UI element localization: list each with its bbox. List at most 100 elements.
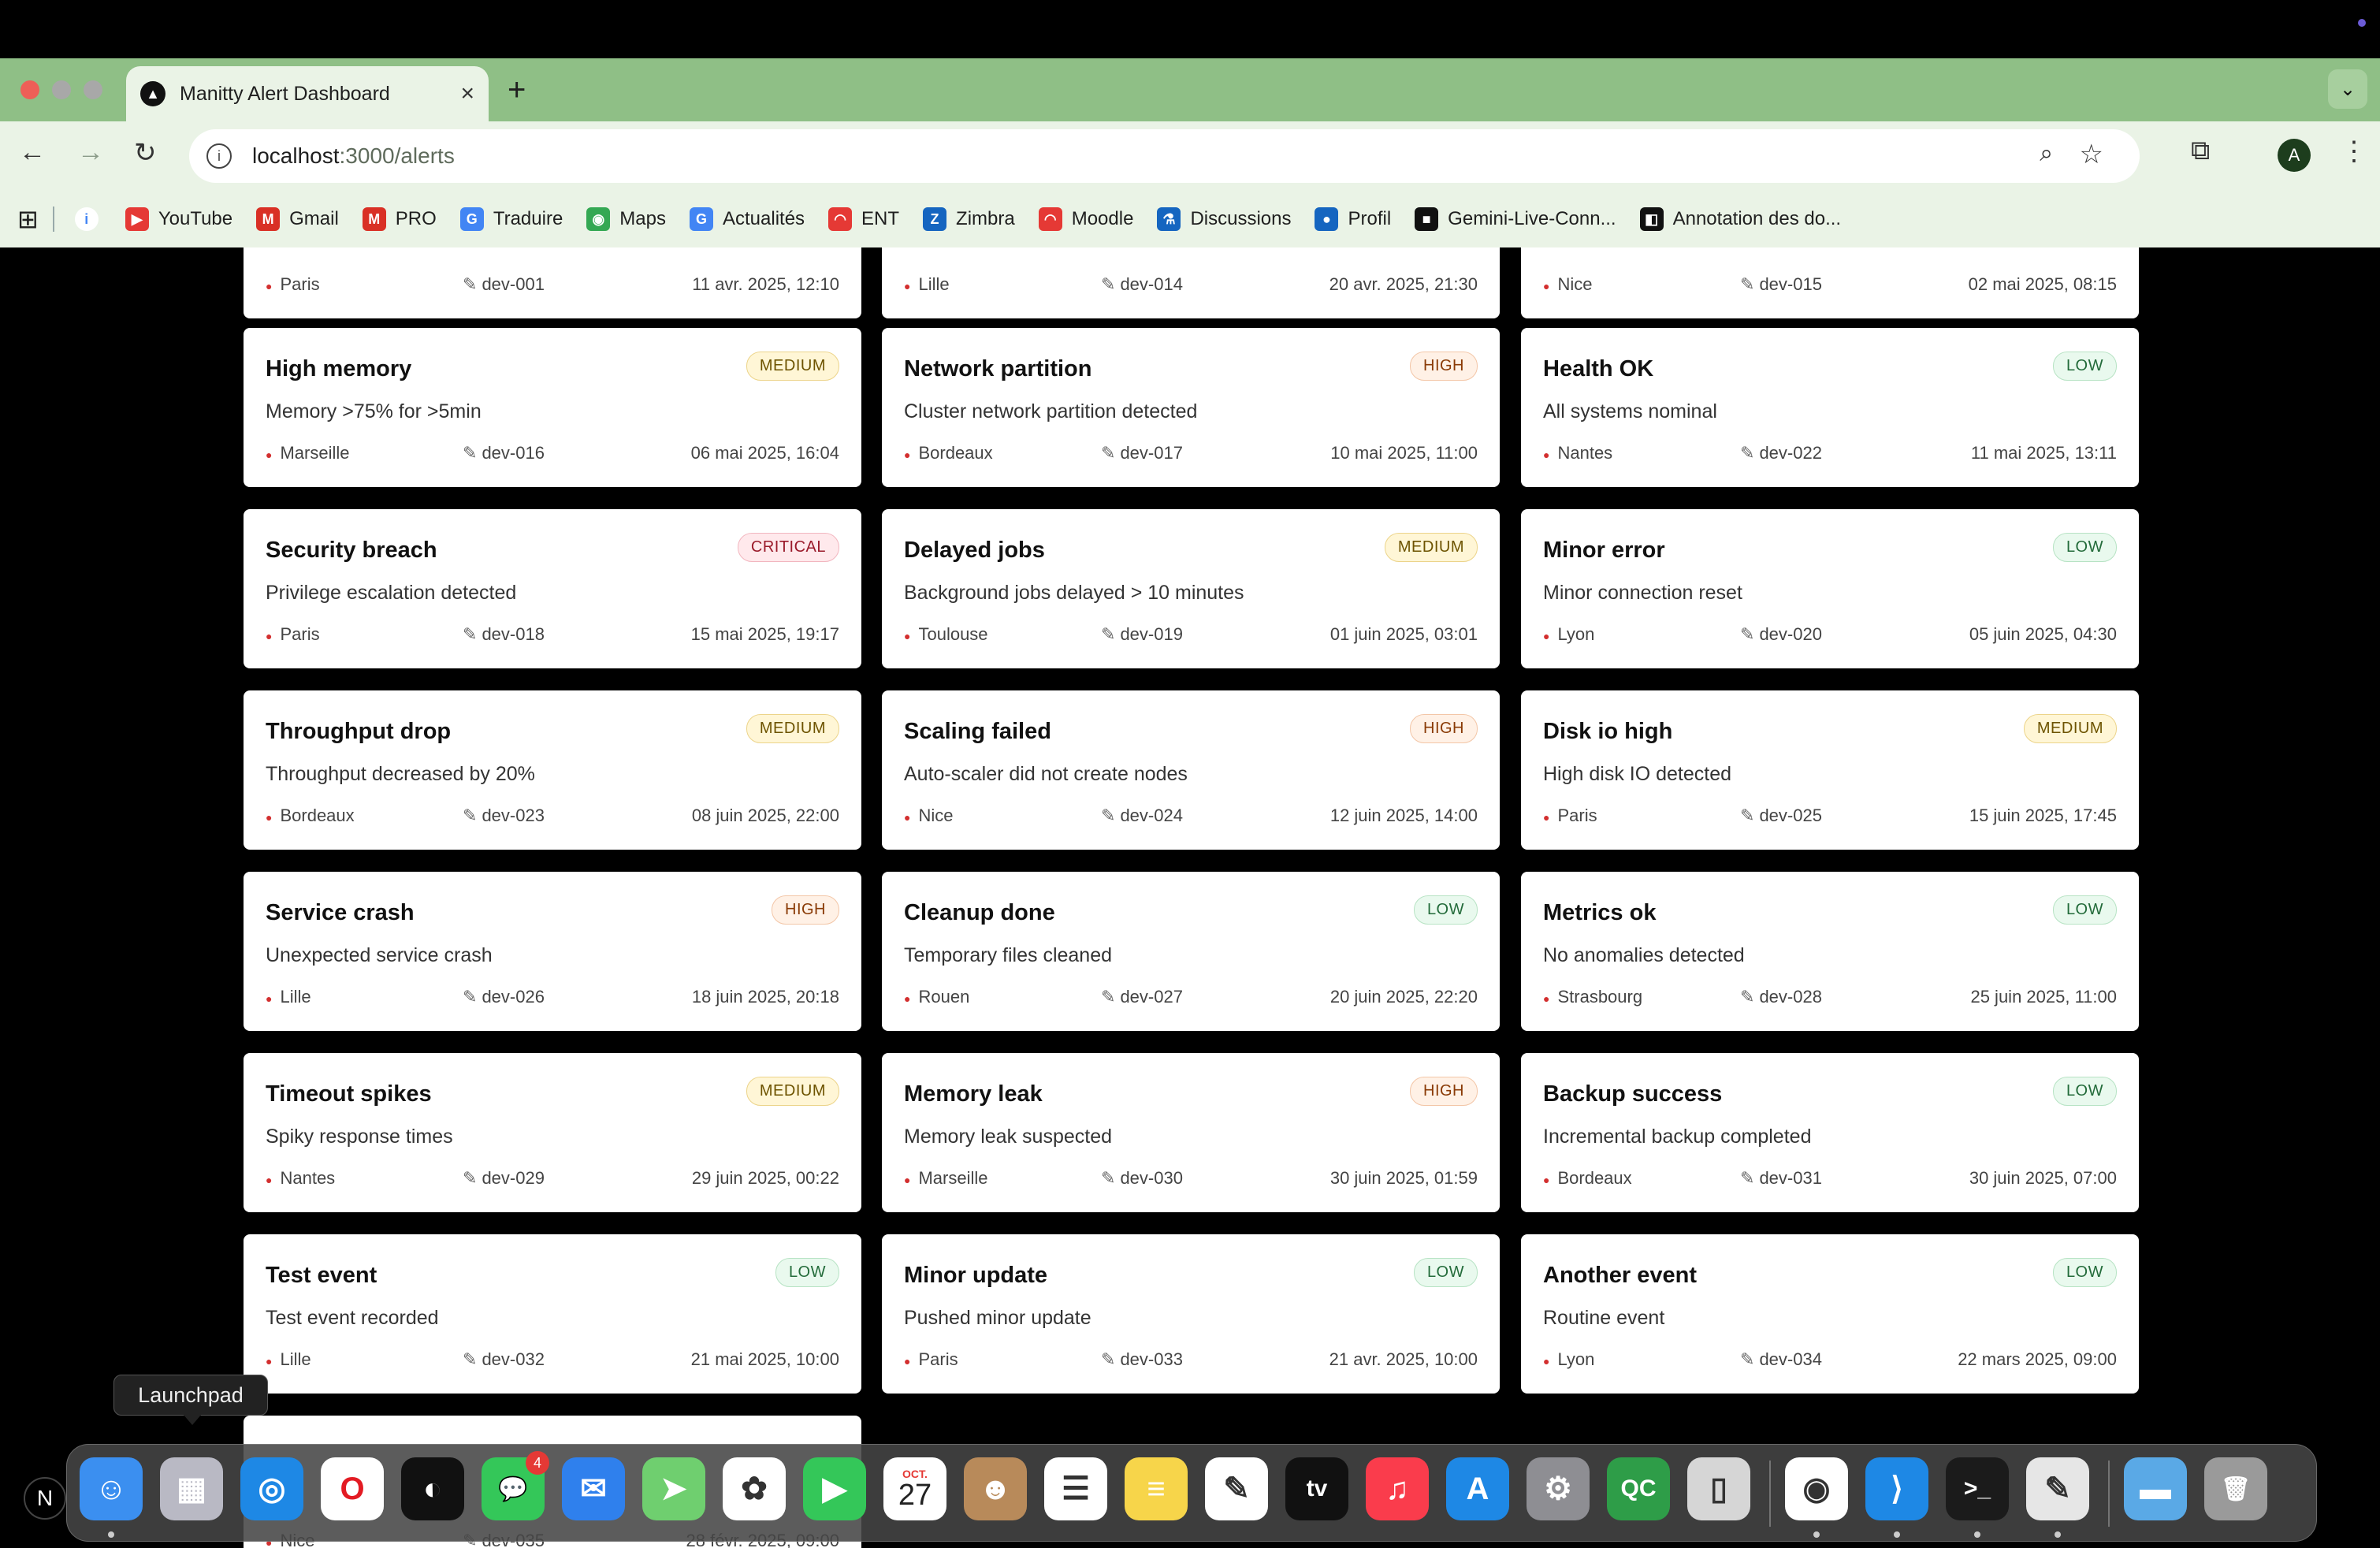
bookmark-item[interactable]: ● Profil [1315,207,1391,231]
iphone-mirroring-icon[interactable]: ▯ [1687,1457,1750,1520]
mail-icon[interactable]: ✉ [562,1457,625,1520]
app-wave-icon[interactable]: ◐ [401,1457,464,1520]
info-bookmark-icon[interactable]: i [74,207,108,231]
wrench-icon: ✎ [1101,987,1116,1007]
alert-card[interactable]: Metrics ok LOW No anomalies detected ● Stras… [1521,872,2139,1031]
location-text: Nantes [280,1168,336,1188]
alert-card[interactable]: Throughput drop MEDIUM Throughput decrease… [244,690,861,850]
location-text: Bordeaux [918,443,993,463]
downloads-folder-icon[interactable]: ▬ [2124,1457,2187,1520]
alert-card[interactable]: Delayed jobs MEDIUM Background jobs delaye… [882,509,1500,668]
alert-card[interactable]: ● Lille ✎ dev-014 20 avr. 2025, 21:30 [882,247,1500,318]
launchpad-icon[interactable]: ▦ [160,1457,223,1520]
bookmark-item[interactable]: M Gmail [256,207,339,231]
photos-icon[interactable]: ✿ [723,1457,786,1520]
qc-app-icon[interactable]: QC [1607,1457,1670,1520]
bookmark-item[interactable]: ◧ Annotation des do... [1639,207,1841,231]
device-text: dev-030 [1120,1168,1183,1188]
opera-icon[interactable]: O [321,1457,384,1520]
alert-card[interactable]: Memory leak HIGH Memory leak suspected ● Mar… [882,1053,1500,1212]
tab-active[interactable]: ▲ Manitty Alert Dashboard × [126,66,489,121]
alert-card[interactable]: Test event LOW Test event recorded ● Lille ✎ d… [244,1234,861,1394]
alert-card[interactable]: Disk io high MEDIUM High disk IO detected ●… [1521,690,2139,850]
location-text: Paris [280,274,320,294]
pin-icon: ● [1543,992,1550,1005]
close-window-button[interactable] [20,80,39,99]
terminal-icon[interactable]: >_ [1946,1457,2009,1520]
forward-icon[interactable]: → [77,137,104,168]
bookmark-item[interactable]: G Traduire [459,207,563,231]
alert-description: Routine event [1543,1307,1665,1329]
card-meta: ● Strasbourg ✎ dev-028 25 juin 2025, 11:00 [1543,987,2117,1007]
safari-icon[interactable]: ◎ [240,1457,303,1520]
alert-card[interactable]: Cleanup done LOW Temporary files cleaned ● R… [882,872,1500,1031]
bookmark-item[interactable]: ◠ ENT [828,207,899,231]
notes-icon[interactable]: ≡ [1125,1457,1188,1520]
severity-badge: MEDIUM [1384,533,1478,562]
site-info-icon[interactable]: i [206,143,232,169]
tab-strip: ▲ Manitty Alert Dashboard × + ⌄ [0,58,2380,121]
bookmarks-divider [52,207,54,232]
alert-card[interactable]: Minor error LOW Minor connection reset ● Lyo… [1521,509,2139,668]
alert-card[interactable]: Service crash HIGH Unexpected service cras… [244,872,861,1031]
new-tab-icon[interactable]: + [508,73,526,108]
apple-tv-icon[interactable]: tv [1285,1457,1348,1520]
alert-card[interactable]: Another event LOW Routine event ● Lyon ✎ dev-0… [1521,1234,2139,1394]
apps-grid-icon[interactable]: ⊞ [17,204,39,234]
system-settings-icon[interactable]: ⚙ [1527,1457,1590,1520]
bookmark-item[interactable]: M PRO [362,207,437,231]
app-store-icon[interactable]: A [1446,1457,1509,1520]
vscode-icon[interactable]: ⟩ [1865,1457,1928,1520]
script-editor-icon[interactable]: ✎ [2026,1457,2089,1520]
alert-card[interactable]: ● Paris ✎ dev-001 11 avr. 2025, 12:10 [244,247,861,318]
facetime-icon[interactable]: ▶ [803,1457,866,1520]
zoom-window-button[interactable] [84,80,102,99]
close-tab-icon[interactable]: × [460,80,474,107]
contacts-icon[interactable]: ☻ [964,1457,1027,1520]
severity-badge: LOW [775,1258,839,1287]
alert-card[interactable]: ● Nice ✎ dev-015 02 mai 2025, 08:15 [1521,247,2139,318]
alert-card[interactable]: Scaling failed HIGH Auto-scaler did not cr… [882,690,1500,850]
bookmark-star-icon[interactable]: ☆ [2080,139,2103,170]
severity-badge: HIGH [1410,352,1478,381]
bookmark-item[interactable]: ◠ Moodle [1038,207,1133,231]
maps-app-icon[interactable]: ➤ [642,1457,705,1520]
reload-icon[interactable]: ↻ [134,137,157,169]
trash-icon[interactable]: 🗑 [2204,1457,2267,1520]
alert-card[interactable]: Health OK LOW All systems nominal ● Nantes ✎ d… [1521,328,2139,487]
severity-badge: LOW [2052,895,2117,925]
calendar-icon[interactable]: OCT. 27 [883,1457,946,1520]
messages-icon[interactable]: 💬 4 [482,1451,549,1520]
device: ✎ dev-016 [463,443,691,463]
bookmark-label: Gemini-Live-Conn... [1448,208,1616,229]
gmail-icon: M [362,207,386,231]
freeform-icon[interactable]: ✎ [1205,1457,1268,1520]
bookmark-item[interactable]: ■ Gemini-Live-Conn... [1415,207,1616,231]
finder-icon[interactable]: ☺ [80,1457,143,1520]
menu-kebab-icon[interactable]: ⋮ [2341,136,2367,167]
bookmark-item[interactable]: ▶ YouTube [125,207,232,231]
zoom-icon[interactable]: ⌕ [2040,140,2053,167]
bookmark-item[interactable]: ⚗ Discussions [1157,207,1291,231]
alert-card[interactable]: Security breach CRITICAL Privilege escalat… [244,509,861,668]
chrome-icon[interactable]: ◉ [1785,1457,1848,1520]
extensions-icon[interactable]: ⧉ [2191,136,2210,166]
chevron-down-icon[interactable]: ⌄ [2328,69,2367,109]
bookmark-item[interactable]: G Actualités [689,207,805,231]
avatar[interactable]: A [2278,139,2311,172]
alert-card[interactable]: High memory MEDIUM Memory >75% for >5min ● M… [244,328,861,487]
bookmark-item[interactable]: ◉ Maps [586,207,666,231]
device: ✎ dev-001 [463,274,692,295]
address-bar[interactable]: i localhost:3000/alerts ⌕ ☆ [189,129,2140,183]
reminders-icon[interactable]: ☰ [1044,1457,1107,1520]
back-icon[interactable]: ← [19,137,46,168]
minimize-window-button[interactable] [52,80,71,99]
music-icon[interactable]: ♫ [1366,1457,1429,1520]
alert-card[interactable]: Timeout spikes MEDIUM Spiky response times… [244,1053,861,1212]
browser-chrome: ▲ Manitty Alert Dashboard × + ⌄ ← → ↻ i … [0,58,2380,247]
alert-card[interactable]: Backup success LOW Incremental backup comp… [1521,1053,2139,1212]
alert-card[interactable]: Network partition HIGH Cluster network par… [882,328,1500,487]
bookmark-item[interactable]: Z Zimbra [923,207,1015,231]
alert-card[interactable]: Minor update LOW Pushed minor update ● Paris… [882,1234,1500,1394]
location: ● Paris [266,624,463,645]
